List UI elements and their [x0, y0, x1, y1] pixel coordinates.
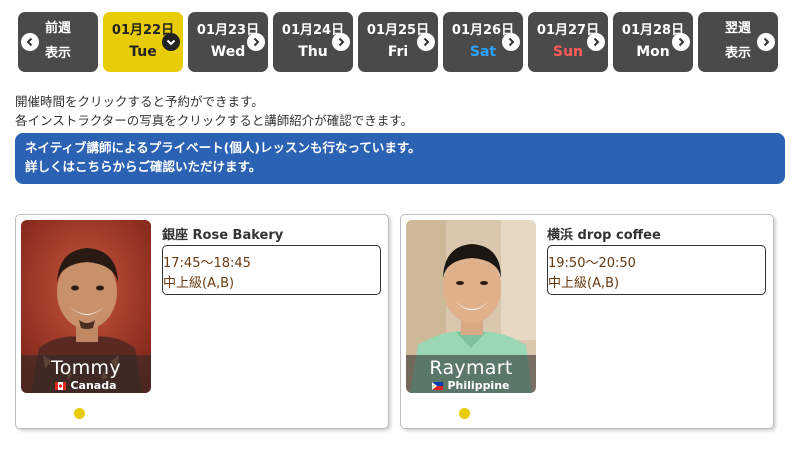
- chevron-right-icon: [757, 33, 775, 51]
- instructor-country: Philippine: [406, 379, 536, 392]
- instructions: 開催時間をクリックすると予約ができます。 各インストラクターの写真をクリックする…: [15, 92, 413, 130]
- banner-line: ネイティブ講師によるプライベート(個人)レッスンも行なっています。: [25, 140, 421, 155]
- chevron-right-icon: [672, 33, 690, 51]
- instructor-photo[interactable]: Raymart Philippine: [406, 220, 536, 393]
- lesson-level: 中上級(A,B): [548, 276, 620, 291]
- chevron-right-icon: [417, 33, 435, 51]
- chevron-down-icon: [162, 33, 180, 51]
- instructor-caption: Raymart Philippine: [406, 355, 536, 393]
- day-tab-0122[interactable]: 01月22日 Tue: [103, 12, 183, 72]
- lesson-time: 19:50〜20:50: [548, 256, 636, 271]
- day-weekday: Wed: [210, 44, 246, 60]
- chevron-left-icon: [21, 33, 39, 51]
- lesson-timeslot-button[interactable]: 19:50〜20:50 中上級(A,B): [547, 245, 766, 295]
- chevron-right-icon: [502, 33, 520, 51]
- country-name: Canada: [70, 379, 117, 392]
- instruction-line: 各インストラクターの写真をクリックすると講師紹介が確認できます。: [15, 113, 414, 128]
- lesson-card: Raymart Philippine 横浜 drop coffee 19:50〜…: [400, 214, 774, 429]
- day-tab-0123[interactable]: 01月23日 Wed: [188, 12, 268, 72]
- day-weekday: Tue: [129, 44, 157, 60]
- lesson-card: Tommy Canada 銀座 Rose Bakery 17:45〜18:45 …: [15, 214, 389, 429]
- day-tab-0124[interactable]: 01月24日 Thu: [273, 12, 353, 72]
- lesson-time: 17:45〜18:45: [163, 256, 251, 271]
- canada-flag-icon: [55, 381, 67, 390]
- instructor-caption: Tommy Canada: [21, 355, 151, 393]
- studio-name: 横浜 drop coffee: [547, 228, 661, 243]
- day-tab-0126[interactable]: 01月26日 Sat: [443, 12, 523, 72]
- private-lesson-banner[interactable]: ネイティブ講師によるプライベート(個人)レッスンも行なっています。 詳しくはこち…: [15, 133, 785, 184]
- next-week-label-2: 表示: [724, 46, 751, 61]
- instructor-country: Canada: [21, 379, 151, 392]
- day-tab-0128[interactable]: 01月28日 Mon: [613, 12, 693, 72]
- day-weekday: Fri: [387, 44, 409, 60]
- day-weekday: Sat: [469, 44, 497, 60]
- philippines-flag-icon: [432, 381, 444, 390]
- day-weekday: Thu: [298, 44, 328, 60]
- chevron-right-icon: [332, 33, 350, 51]
- next-week-button[interactable]: 翌週 表示: [698, 12, 778, 72]
- prev-week-label-2: 表示: [44, 46, 71, 61]
- instructor-name: Raymart: [429, 357, 513, 379]
- instructor-name: Tommy: [51, 357, 121, 379]
- banner-line: 詳しくはこちらからご確認いただけます。: [25, 159, 262, 174]
- lesson-level: 中上級(A,B): [163, 276, 235, 291]
- day-tab-0125[interactable]: 01月25日 Fri: [358, 12, 438, 72]
- day-weekday: Mon: [636, 44, 670, 60]
- prev-week-label-1: 前週: [44, 21, 71, 36]
- studio-name: 銀座 Rose Bakery: [162, 228, 284, 243]
- level-indicator-dot: [74, 408, 85, 419]
- lesson-timeslot-button[interactable]: 17:45〜18:45 中上級(A,B): [162, 245, 381, 295]
- chevron-right-icon: [247, 33, 265, 51]
- level-indicator-dot: [459, 408, 470, 419]
- instructor-photo[interactable]: Tommy Canada: [21, 220, 151, 393]
- instruction-line: 開催時間をクリックすると予約ができます。: [15, 94, 264, 109]
- next-week-label-1: 翌週: [724, 21, 751, 36]
- chevron-right-icon: [587, 33, 605, 51]
- day-navigation: 前週 表示 01月22日 Tue 01月23日 Wed 01月24日 Thu 0…: [18, 12, 780, 72]
- prev-week-button[interactable]: 前週 表示: [18, 12, 98, 72]
- country-name: Philippine: [447, 379, 510, 392]
- day-weekday: Sun: [552, 44, 584, 60]
- day-tab-0127[interactable]: 01月27日 Sun: [528, 12, 608, 72]
